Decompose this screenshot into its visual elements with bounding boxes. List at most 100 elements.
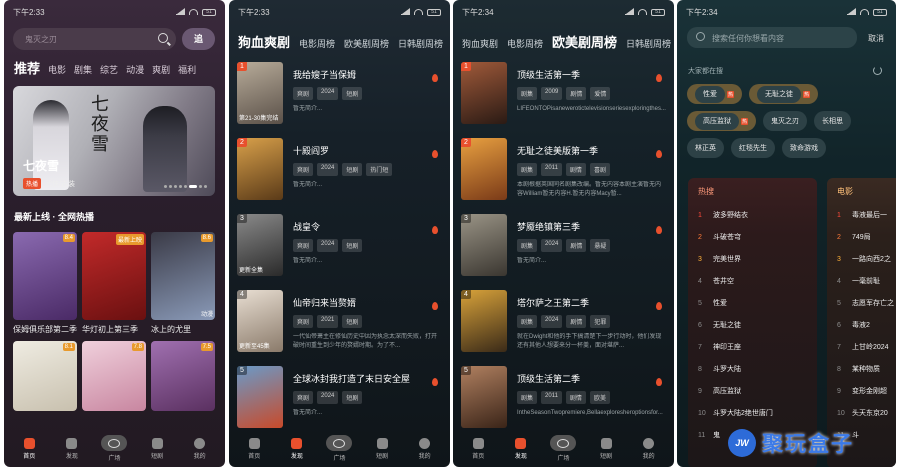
tab-western-weekly[interactable]: 欧美剧周榜 <box>552 32 617 51</box>
cancel-button[interactable]: 取消 <box>868 33 884 44</box>
watermark-logo: JW <box>728 429 756 457</box>
nav-home[interactable]: 首页 <box>463 438 493 460</box>
list-item[interactable]: 2 749局 <box>837 226 896 248</box>
search-input[interactable]: 鬼灭之刃 <box>13 28 176 50</box>
menu-button[interactable]: 追 <box>182 28 215 50</box>
list-item[interactable]: 10 头天东京20 <box>837 402 896 424</box>
tab-series[interactable]: 剧集 <box>74 63 92 76</box>
tab-anime[interactable]: 动漫 <box>126 63 144 76</box>
search-chip[interactable]: 致命游戏 <box>782 138 826 158</box>
list-item[interactable]: 4 苍井空 <box>698 270 807 292</box>
list-item[interactable]: 3 完美世界 <box>698 248 807 270</box>
tag-chip: 剧情 <box>566 87 587 100</box>
nav-short-drama[interactable]: 短剧 <box>591 438 621 460</box>
planet-icon <box>550 434 577 451</box>
list-item[interactable]: 1 顶级生活第一季 剧集 2009 剧情 爱情 LIFEONTOPisanewerotict… <box>461 62 666 138</box>
tab-movie-weekly[interactable]: 电影周榜 <box>507 37 543 50</box>
list-item[interactable]: 5 性爱 <box>698 292 807 314</box>
list-item[interactable]: 10 斗罗大陆2绝世唐门 <box>698 402 807 424</box>
tab-short-drama[interactable]: 爽剧 <box>152 63 170 76</box>
nav-plaza[interactable]: 广场 <box>548 434 578 462</box>
nav-profile[interactable]: 我的 <box>185 438 215 460</box>
content-card[interactable]: 7.5 <box>151 341 215 411</box>
hero-banner[interactable]: 七夜雪 七夜雪 热播 武侠/古装 <box>13 86 215 196</box>
list-item[interactable]: 9 变形金刚超 <box>837 380 896 402</box>
search-chip[interactable]: 高压监狱热 <box>687 111 757 131</box>
content-card[interactable]: 最新上映 华灯初上第三季 <box>82 232 146 335</box>
item-title: 全球冰封我打造了末日安全屋 <box>293 374 411 384</box>
poster-image: 1 第21-30集完结 <box>237 62 283 124</box>
section-title: 最新上线 · 全网热播 <box>14 212 94 222</box>
list-item[interactable]: 8 某种物质 <box>837 358 896 380</box>
content-card[interactable]: 8.4 保姆俱乐部第二季 <box>13 232 77 335</box>
tab-western-weekly[interactable]: 欧美剧周榜 <box>344 37 389 50</box>
tab-recommend[interactable]: 推荐 <box>14 58 40 77</box>
ranking-list: 1 第21-30集完结 我给嫂子当保姆 爽剧 2024 短剧 暂无简介... 2 十殿阎罗 爽剧… <box>237 62 442 442</box>
nav-profile[interactable]: 我的 <box>410 438 440 460</box>
search-chip[interactable]: 长相思 <box>814 111 852 131</box>
list-title: 电影 <box>837 187 853 196</box>
list-item[interactable]: 7 上甘岭2024 <box>837 336 896 358</box>
tab-movies[interactable]: 电影 <box>48 63 66 76</box>
content-grid: 8.4 保姆俱乐部第二季 最新上映 华灯初上第三季 8.6 动漫 冰上的尤里 8.1 7… <box>13 232 217 411</box>
nav-short-drama[interactable]: 短剧 <box>142 438 172 460</box>
tab-welfare[interactable]: 福利 <box>178 63 196 76</box>
planet-icon <box>326 434 353 451</box>
list-item[interactable]: 1 毒液最后一 <box>837 204 896 226</box>
content-card[interactable]: 8.1 <box>13 341 77 411</box>
list-item[interactable]: 6 无耻之徒 <box>698 314 807 336</box>
tab-short-drama[interactable]: 狗血爽剧 <box>462 37 498 50</box>
tag-chip: 爽剧 <box>293 315 314 328</box>
list-item[interactable]: 3 一路向西2之 <box>837 248 896 270</box>
list-item[interactable]: 1 波多野结衣 <box>698 204 807 226</box>
content-card[interactable]: 8.6 动漫 冰上的尤里 <box>151 232 215 335</box>
list-item[interactable]: 3 梦魇绝镇第三季 剧集 2024 剧情 悬疑 暂无简介... <box>461 214 666 290</box>
content-card[interactable]: 7.8 <box>82 341 146 411</box>
list-item[interactable]: 7 神印王座 <box>698 336 807 358</box>
tab-short-drama[interactable]: 狗血爽剧 <box>238 32 290 51</box>
tab-asian-weekly[interactable]: 日韩剧周榜 <box>398 37 443 50</box>
item-title: 仙帝归来当赘婿 <box>293 298 357 308</box>
card-title: 冰上的尤里 <box>151 325 191 334</box>
nav-discover[interactable]: 发现 <box>506 438 536 460</box>
tag-chip: 剧集 <box>517 163 538 176</box>
nav-short-drama[interactable]: 短剧 <box>367 438 397 460</box>
list-item[interactable]: 4 更新至45集 仙帝归来当赘婿 爽剧 2021 短剧 一代仙帝萧主在修仙历史中因为执念太深… <box>237 290 442 366</box>
nav-home[interactable]: 首页 <box>239 438 269 460</box>
tab-movie-weekly[interactable]: 电影周榜 <box>299 37 335 50</box>
status-time: 下午2:33 <box>13 7 45 17</box>
poster-image: 2 <box>461 138 507 200</box>
nav-home[interactable]: 首页 <box>14 438 44 460</box>
nav-discover[interactable]: 发现 <box>282 438 312 460</box>
search-icon[interactable] <box>158 33 168 43</box>
search-input[interactable]: 搜索任何你想看内容 <box>687 27 857 48</box>
list-item[interactable]: 2 斗破苍穹 <box>698 226 807 248</box>
nav-discover[interactable]: 发现 <box>57 438 87 460</box>
nav-plaza[interactable]: 广场 <box>324 434 354 462</box>
poster-image: 4 更新至45集 <box>237 290 283 352</box>
list-item[interactable]: 4 塔尔萨之王第二季 剧集 2024 剧情 犯罪 就在Dwight和他的手下搞清楚下一步行动… <box>461 290 666 366</box>
tab-asian-weekly[interactable]: 日韩剧周榜 <box>626 37 671 50</box>
search-chip[interactable]: 性爱热 <box>687 84 743 104</box>
list-item[interactable]: 4 一毫前耻 <box>837 270 896 292</box>
list-item[interactable]: 9 高压监狱 <box>698 380 807 402</box>
item-desc: 暂无简介... <box>293 410 323 416</box>
list-item[interactable]: 2 无耻之徒美版第一季 剧集 2011 剧情 喜剧 本剧根据英国同名剧集改编。暂无内容本剧主… <box>461 138 666 214</box>
nav-profile[interactable]: 我的 <box>634 438 664 460</box>
list-item[interactable]: 2 十殿阎罗 爽剧 2024 短剧 热门短 暂无简介... <box>237 138 442 214</box>
list-item[interactable]: 8 斗罗大陆 <box>698 358 807 380</box>
refresh-icon[interactable] <box>873 66 882 75</box>
search-chip[interactable]: 红毯先生 <box>731 138 775 158</box>
search-chip[interactable]: 林正英 <box>687 138 724 158</box>
list-item[interactable]: 1 第21-30集完结 我给嫂子当保姆 爽剧 2024 短剧 暂无简介... <box>237 62 442 138</box>
nav-plaza[interactable]: 广场 <box>99 434 129 462</box>
poster-image: 1 <box>461 62 507 124</box>
search-chip[interactable]: 鬼灭之刃 <box>763 111 808 131</box>
list-item[interactable]: 3 更新全集 战皇令 爽剧 2024 短剧 暂无简介... <box>237 214 442 290</box>
wifi-icon <box>189 9 198 15</box>
poster-image: 7.8 <box>82 341 146 411</box>
search-chip[interactable]: 无耻之徒热 <box>749 84 819 104</box>
list-item[interactable]: 6 毒液2 <box>837 314 896 336</box>
list-item[interactable]: 5 志愿军存亡之 <box>837 292 896 314</box>
tab-variety[interactable]: 综艺 <box>100 63 118 76</box>
